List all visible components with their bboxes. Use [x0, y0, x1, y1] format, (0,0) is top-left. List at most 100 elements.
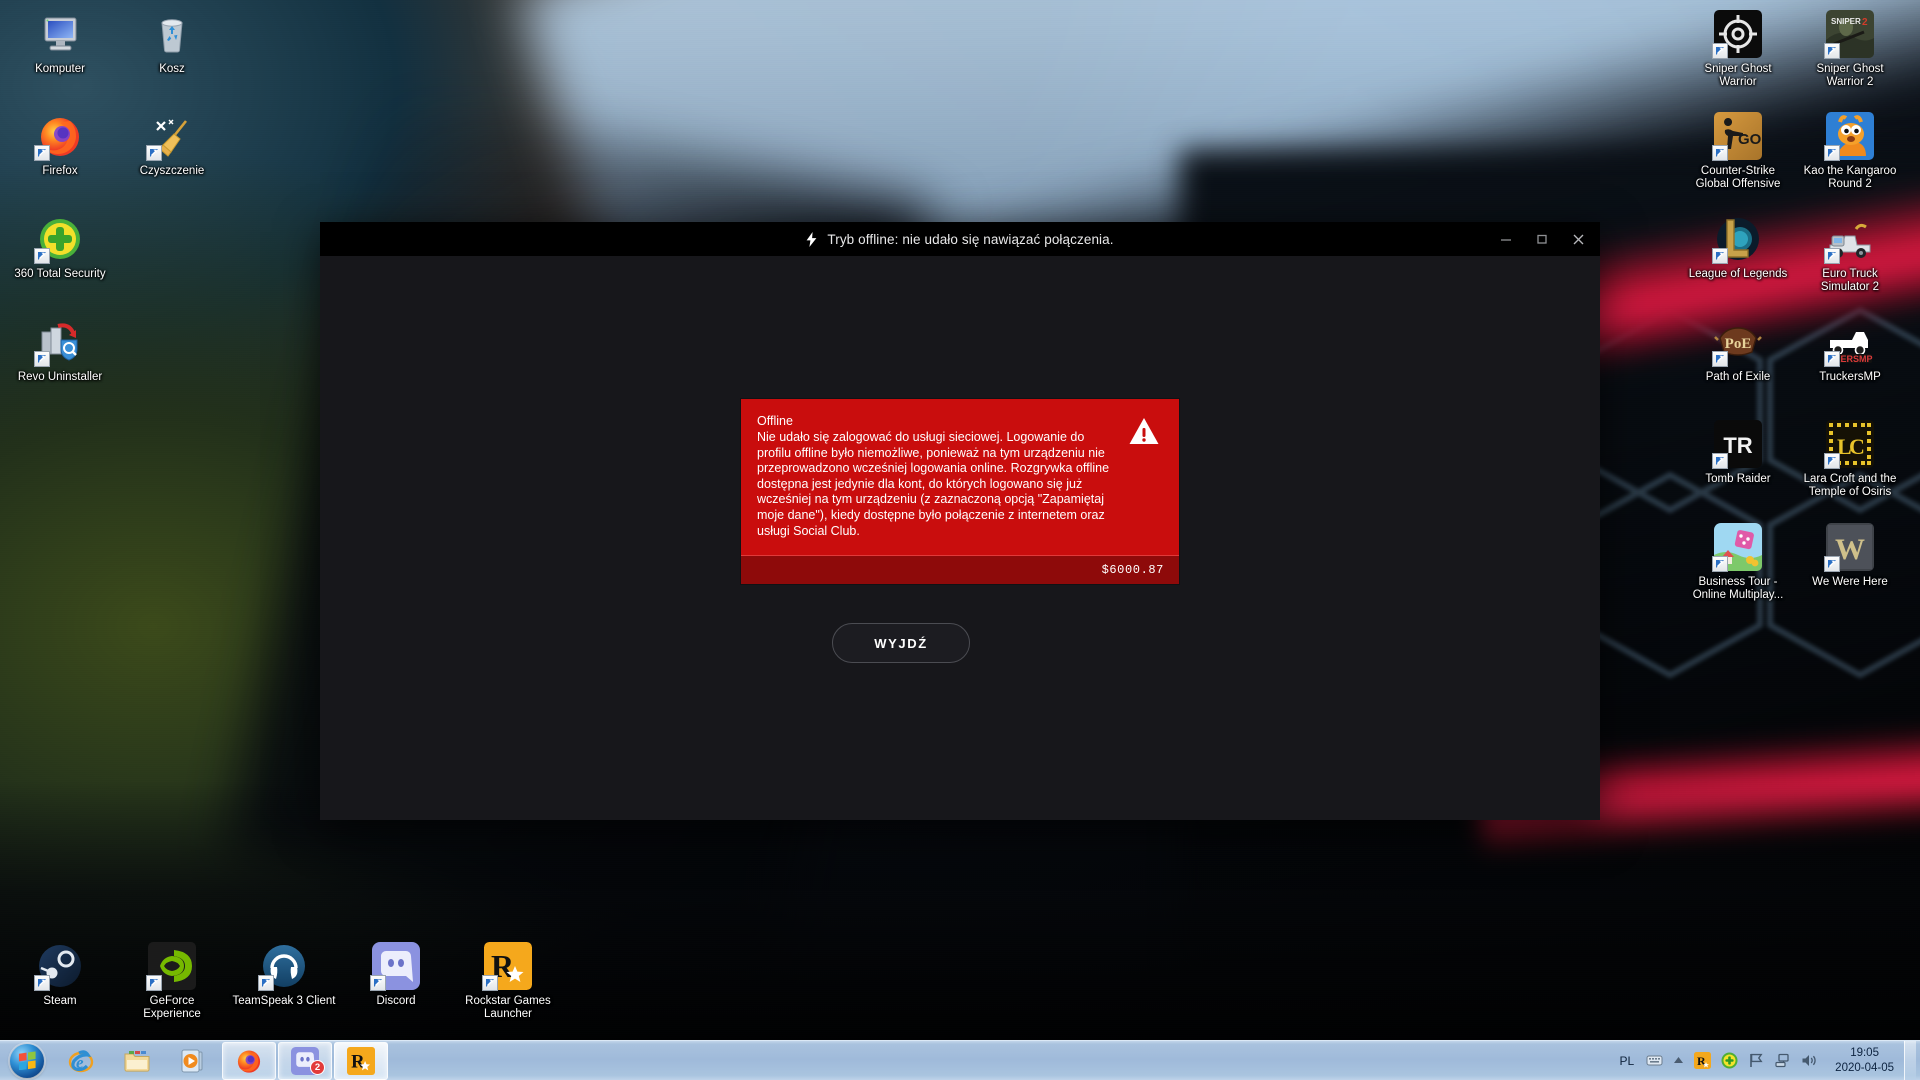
windows-logo-icon [10, 1043, 44, 1078]
desktop-icon-firefox[interactable]: Firefox [8, 112, 112, 178]
taskbar-button-rockstar-launcher[interactable]: R [334, 1041, 388, 1080]
taskbar-button-file-explorer[interactable] [110, 1042, 164, 1080]
kao-kangaroo-icon [1824, 112, 1874, 161]
desktop-icon-league-of-legends[interactable]: League of Legends [1686, 215, 1790, 281]
firefox-icon [235, 1047, 263, 1075]
desktop-icon-business-tour[interactable]: Business Tour - Online Multiplay... [1686, 523, 1790, 602]
network-icon[interactable] [1769, 1041, 1796, 1080]
shortcut-overlay-icon [1824, 248, 1840, 264]
shortcut-overlay-icon [1712, 43, 1728, 59]
alert-amount: $6000.87 [1101, 563, 1164, 578]
shortcut-overlay-icon [1712, 248, 1728, 264]
taskbar-button-media-player[interactable] [166, 1042, 220, 1080]
desktop-icon-sniper-ghost-warrior[interactable]: Sniper Ghost Warrior [1686, 10, 1790, 89]
desktop-icon-broom-cleanup[interactable]: Czyszczenie [120, 112, 224, 178]
svg-text:C: C [1849, 434, 1865, 459]
close-button[interactable] [1560, 222, 1596, 256]
desktop-icon-we-were-here[interactable]: W We Were Here [1798, 523, 1902, 589]
desktop-icon-kao-kangaroo[interactable]: Kao the Kangaroo Round 2 [1798, 112, 1902, 191]
desktop-icon-steam[interactable]: Steam [8, 942, 112, 1008]
desktop-icon-computer[interactable]: Komputer [8, 10, 112, 76]
offline-alert-dialog: Offline Nie udało się zalogować do usług… [741, 399, 1179, 585]
path-of-exile-icon: PoE [1712, 318, 1762, 367]
start-button[interactable] [1, 1042, 53, 1080]
firefox-icon [34, 112, 84, 161]
desktop-icon-label: Sniper Ghost Warrior [1704, 63, 1772, 88]
clock-date: 2020-04-05 [1835, 1061, 1894, 1074]
desktop-icon-discord[interactable]: Discord [344, 942, 448, 1008]
desktop-icon-label: 360 Total Security [14, 268, 106, 280]
desktop-icon-label: Komputer [35, 63, 85, 75]
taskbar-button-firefox[interactable] [222, 1041, 276, 1080]
desktop-icon-label: Lara Croft and the Temple of Osiris [1803, 473, 1897, 498]
shortcut-overlay-icon [34, 145, 50, 161]
desktop-icon-360-total-security[interactable]: 360 Total Security [8, 215, 112, 281]
folder-icon [123, 1047, 151, 1075]
desktop[interactable]: Komputer Kosz Firefox Czyszczenie 360 To… [0, 0, 1920, 1080]
svg-text:2: 2 [1862, 17, 1868, 28]
desktop-icon-lara-croft-osiris[interactable]: LC Lara Croft and the Temple of Osiris [1798, 420, 1902, 499]
shortcut-overlay-icon [1824, 351, 1840, 367]
show-desktop-button[interactable] [1904, 1040, 1916, 1080]
keyboard-layout-icon[interactable] [1641, 1041, 1668, 1080]
desktop-icon-label: Counter-Strike Global Offensive [1695, 165, 1781, 190]
alert-heading: Offline [757, 414, 793, 428]
desktop-icon-label: Revo Uninstaller [17, 371, 103, 383]
rockstar-launcher-window[interactable]: Tryb offline: nie udało się nawiązać poł… [320, 222, 1600, 820]
volume-icon[interactable] [1796, 1041, 1823, 1080]
csgo-icon: GO [1712, 112, 1762, 161]
shortcut-overlay-icon [1712, 556, 1728, 572]
desktop-icon-label: Steam [43, 995, 77, 1007]
desktop-icon-euro-truck-simulator-2[interactable]: Euro Truck Simulator 2 [1798, 215, 1902, 294]
recycle-bin-icon [148, 10, 196, 58]
svg-text:GO: GO [1738, 131, 1762, 148]
shortcut-overlay-icon [146, 975, 162, 991]
shortcut-overlay-icon [146, 145, 162, 161]
svg-text:SNIPER: SNIPER [1831, 17, 1861, 26]
desktop-icon-path-of-exile[interactable]: PoE Path of Exile [1686, 318, 1790, 384]
taskbar-button-internet-explorer[interactable]: e [54, 1042, 108, 1080]
svg-text:e: e [76, 1053, 84, 1072]
minimize-button[interactable] [1488, 222, 1524, 256]
desktop-icon-tomb-raider[interactable]: TR Tomb Raider [1686, 420, 1790, 486]
360-security-tray-icon[interactable] [1716, 1041, 1743, 1080]
clock[interactable]: 19:05 2020-04-05 [1823, 1046, 1904, 1076]
desktop-icon-recycle-bin[interactable]: Kosz [120, 10, 224, 76]
svg-text:PoE: PoE [1725, 336, 1752, 352]
show-hidden-icons-icon[interactable] [1668, 1041, 1689, 1080]
maximize-button[interactable] [1524, 222, 1560, 256]
rockstar-games-icon: R [482, 942, 532, 991]
desktop-icon-label: Business Tour - Online Multiplay... [1692, 576, 1784, 601]
shortcut-overlay-icon [1712, 145, 1728, 161]
window-titlebar[interactable]: Tryb offline: nie udało się nawiązać poł… [320, 222, 1600, 256]
desktop-icon-revo-uninstaller[interactable]: Revo Uninstaller [8, 318, 112, 384]
desktop-icon-label: Sniper Ghost Warrior 2 [1816, 63, 1884, 88]
rockstar-tray-icon[interactable]: R [1689, 1041, 1716, 1080]
shortcut-overlay-icon [370, 975, 386, 991]
desktop-icon-geforce-experience[interactable]: GeForce Experience [120, 942, 224, 1021]
desktop-icon-teamspeak[interactable]: TeamSpeak 3 Client [232, 942, 336, 1008]
desktop-icon-label: Rockstar Games Launcher [465, 995, 551, 1020]
desktop-icon-rockstar-games[interactable]: R Rockstar Games Launcher [456, 942, 560, 1021]
desktop-icon-truckersmp[interactable]: CKERSMP TruckersMP [1798, 318, 1902, 384]
revo-uninstaller-icon [34, 318, 84, 367]
taskbar-buttons: e 2 R [53, 1041, 389, 1080]
sniper-ghost-warrior-icon [1712, 10, 1762, 59]
desktop-icon-label: Tomb Raider [1705, 473, 1771, 485]
action-center-flag-icon[interactable] [1743, 1041, 1769, 1080]
league-of-legends-icon [1712, 215, 1762, 264]
language-indicator[interactable]: PL [1612, 1054, 1641, 1068]
desktop-icon-sniper-ghost-warrior-2[interactable]: SNIPER 2 Sniper Ghost Warrior 2 [1798, 10, 1902, 89]
shortcut-overlay-icon [34, 351, 50, 367]
notification-badge: 2 [310, 1059, 325, 1075]
taskbar-button-discord[interactable]: 2 [278, 1041, 332, 1080]
taskbar[interactable]: e2R PL R 19:05 2020-04-05 [0, 1040, 1920, 1080]
desktop-icon-csgo[interactable]: GO Counter-Strike Global Offensive [1686, 112, 1790, 191]
system-tray: PL R 19:05 2020-04-05 [1612, 1040, 1920, 1080]
exit-button[interactable]: WYJDŹ [832, 623, 970, 663]
lightning-bolt-icon [806, 231, 817, 247]
shortcut-overlay-icon [482, 975, 498, 991]
euro-truck-simulator-2-icon [1824, 215, 1874, 264]
shortcut-overlay-icon [34, 975, 50, 991]
desktop-icon-label: Firefox [42, 165, 78, 177]
